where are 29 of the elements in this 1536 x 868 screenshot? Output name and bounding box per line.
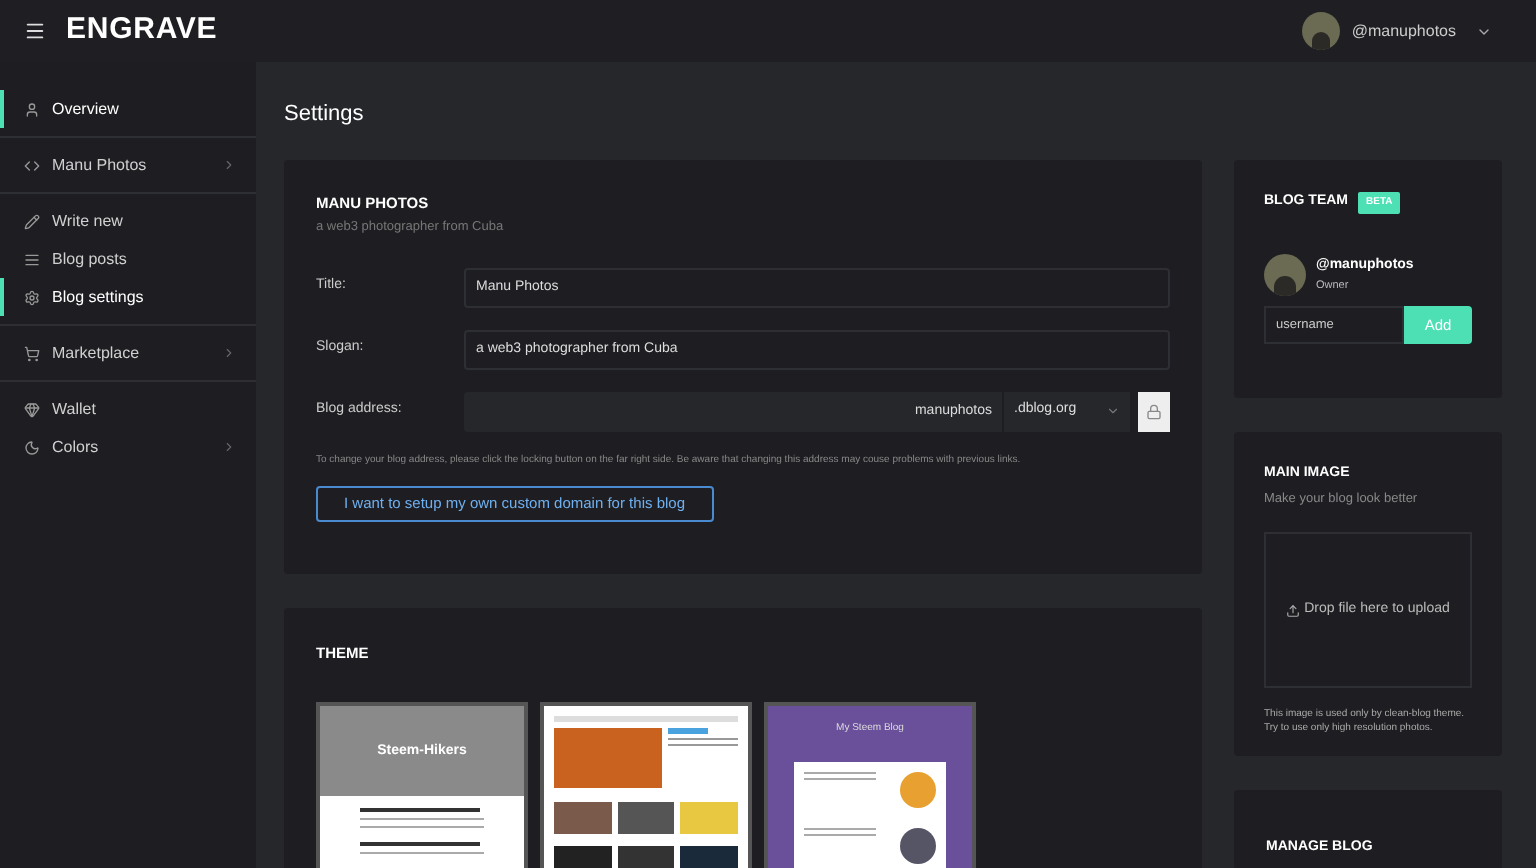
photo-placeholder [900,827,936,864]
sidebar-item[interactable]: Manu Photos [0,146,256,184]
sidebar-item[interactable]: Blog settings [0,278,256,316]
sidebar-item[interactable]: Write new [0,202,256,240]
pencil-icon [24,213,40,229]
moon-icon [24,439,40,455]
settings-icon [24,289,40,305]
gem-icon [24,401,40,417]
username[interactable]: @manuphotos [1351,19,1456,43]
sidebar-item[interactable]: Overview [0,90,256,128]
lock-button[interactable] [1138,391,1170,431]
sidebar-item[interactable]: Wallet [0,390,256,428]
user-icon [24,101,40,117]
sidebar-item[interactable]: Marketplace [0,334,256,372]
theme-preview-drawing[interactable] [540,702,752,868]
lock-icon [1146,403,1162,419]
photo-placeholder [900,771,936,808]
page-title: Settings [284,100,366,130]
sidebar-item[interactable]: Colors [0,428,256,466]
list-icon [24,251,40,267]
logo[interactable]: ENGRAVE [66,8,218,54]
chevron-down-icon [1106,404,1120,418]
code-icon [24,157,40,173]
avatar [1301,12,1340,50]
avatar [1264,254,1306,296]
cart-icon [24,345,40,361]
upload-icon [1286,603,1301,618]
menu-icon[interactable] [24,20,46,42]
sidebar-item[interactable]: Blog posts [0,240,256,278]
